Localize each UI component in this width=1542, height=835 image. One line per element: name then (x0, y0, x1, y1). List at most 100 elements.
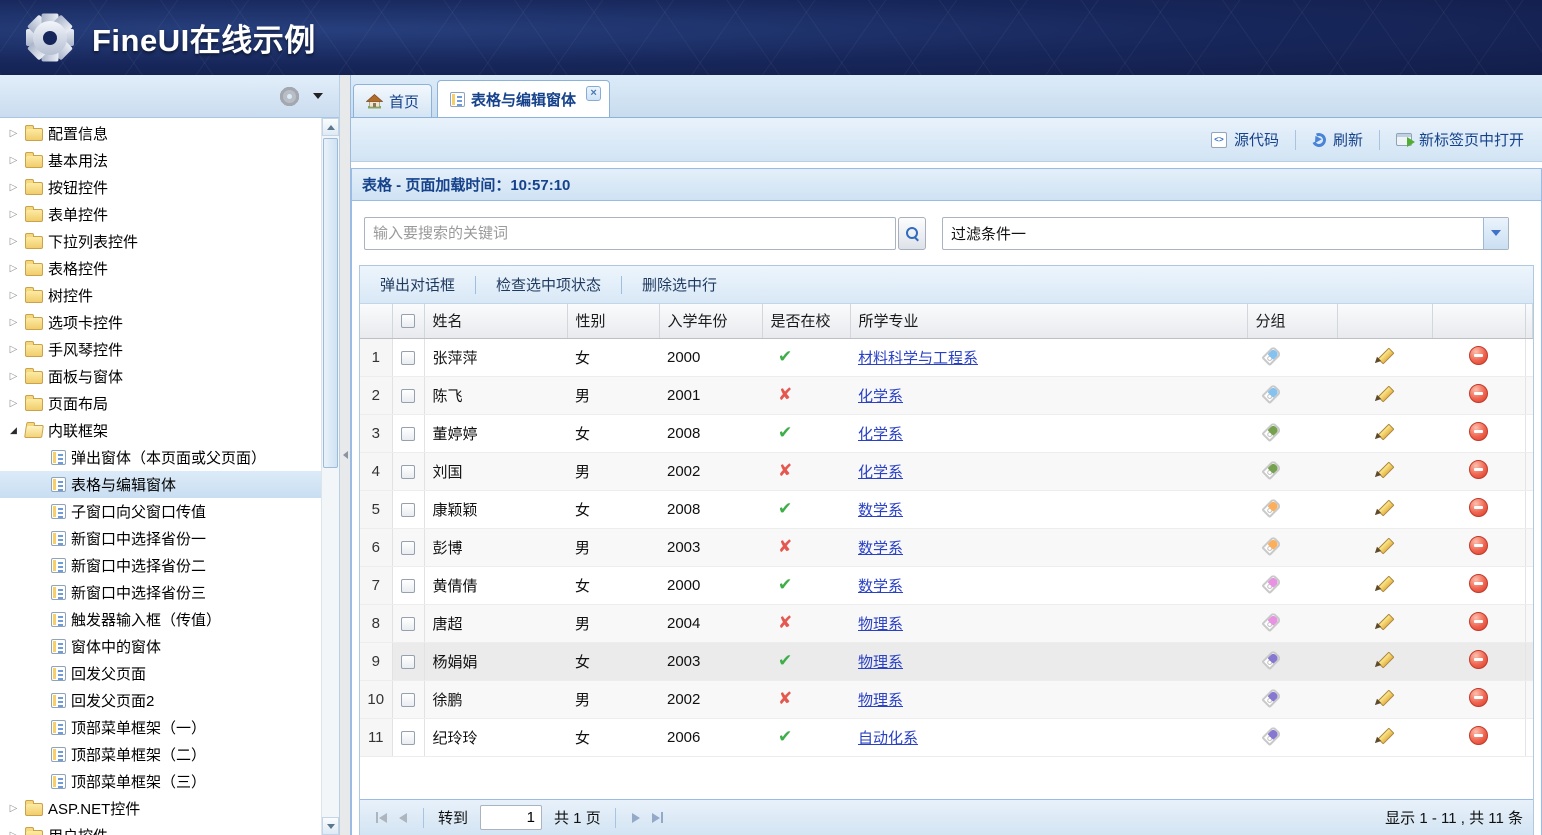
major-link[interactable]: 数学系 (858, 578, 903, 595)
filter-dropdown[interactable]: 过滤条件一 (942, 217, 1509, 250)
column-header-name[interactable]: 姓名 (424, 304, 567, 338)
column-header-at-school[interactable]: 是否在校 (762, 304, 850, 338)
refresh-button[interactable]: 刷新 (1308, 125, 1367, 154)
row-checkbox[interactable] (401, 579, 415, 593)
delete-selected-button[interactable]: 删除选中行 (622, 266, 737, 303)
table-row[interactable]: 9杨娟娟女2003✔物理系 (360, 642, 1533, 680)
row-checkbox[interactable] (401, 503, 415, 517)
table-row[interactable]: 6彭博男2003✘数学系 (360, 528, 1533, 566)
last-page-button[interactable] (650, 810, 665, 825)
tree-folder-expanded[interactable]: ◢内联框架 (0, 417, 321, 444)
tree-leaf[interactable]: 子窗口向父窗口传值 (0, 498, 321, 525)
table-row[interactable]: 5康颖颖女2008✔数学系 (360, 490, 1533, 528)
delete-icon[interactable] (1469, 612, 1488, 631)
close-icon[interactable]: × (586, 86, 601, 101)
major-link[interactable]: 化学系 (858, 464, 903, 481)
dropdown-trigger[interactable] (1483, 218, 1508, 249)
tree-folder[interactable]: ▷表单控件 (0, 201, 321, 228)
expander-icon[interactable]: ▷ (7, 344, 20, 355)
major-link[interactable]: 化学系 (858, 388, 903, 405)
sidebar-scrollbar[interactable] (321, 118, 339, 835)
edit-icon[interactable] (1375, 383, 1395, 403)
edit-icon[interactable] (1375, 421, 1395, 441)
edit-icon[interactable] (1375, 611, 1395, 631)
expander-icon[interactable]: ▷ (7, 371, 20, 382)
major-link[interactable]: 物理系 (858, 692, 903, 709)
row-checkbox[interactable] (401, 465, 415, 479)
column-header-edit[interactable] (1337, 304, 1432, 338)
expander-icon[interactable]: ▷ (7, 290, 20, 301)
expander-icon[interactable]: ▷ (7, 317, 20, 328)
tree-leaf[interactable]: 顶部菜单框架（一） (0, 714, 321, 741)
tree-leaf[interactable]: 顶部菜单框架（三） (0, 768, 321, 795)
row-checkbox[interactable] (401, 389, 415, 403)
tree-leaf[interactable]: 新窗口中选择省份三 (0, 579, 321, 606)
open-new-tab-button[interactable]: 新标签页中打开 (1392, 125, 1528, 154)
delete-icon[interactable] (1469, 536, 1488, 555)
tree-folder[interactable]: ▷配置信息 (0, 120, 321, 147)
row-checkbox[interactable] (401, 541, 415, 555)
table-row[interactable]: 8唐超男2004✘物理系 (360, 604, 1533, 642)
table-row[interactable]: 7黄倩倩女2000✔数学系 (360, 566, 1533, 604)
tab-grid-edit-window[interactable]: 表格与编辑窗体 × (437, 80, 610, 118)
delete-icon[interactable] (1469, 574, 1488, 593)
collapse-expander-icon[interactable]: ◢ (7, 425, 20, 436)
source-code-button[interactable]: <> 源代码 (1207, 125, 1283, 154)
tree-leaf[interactable]: 回发父页面 (0, 660, 321, 687)
edit-icon[interactable] (1375, 687, 1395, 707)
tree-leaf[interactable]: 新窗口中选择省份二 (0, 552, 321, 579)
tree-folder[interactable]: ▷选项卡控件 (0, 309, 321, 336)
tree-folder[interactable]: ▷ASP.NET控件 (0, 795, 321, 822)
tree-folder[interactable]: ▷面板与窗体 (0, 363, 321, 390)
column-header-gender[interactable]: 性别 (567, 304, 659, 338)
expander-icon[interactable]: ▷ (7, 263, 20, 274)
tree-leaf[interactable]: 弹出窗体（本页面或父页面） (0, 444, 321, 471)
table-row[interactable]: 2陈飞男2001✘化学系 (360, 376, 1533, 414)
expander-icon[interactable]: ▷ (7, 236, 20, 247)
expander-icon[interactable]: ▷ (7, 209, 20, 220)
expander-icon[interactable]: ▷ (7, 803, 20, 814)
edit-icon[interactable] (1375, 649, 1395, 669)
delete-icon[interactable] (1469, 498, 1488, 517)
major-link[interactable]: 自动化系 (858, 730, 918, 747)
popup-dialog-button[interactable]: 弹出对话框 (360, 266, 475, 303)
edit-icon[interactable] (1375, 459, 1395, 479)
search-button[interactable] (898, 217, 926, 250)
expander-icon[interactable]: ▷ (7, 398, 20, 409)
settings-gear-icon[interactable] (279, 86, 299, 106)
tree-leaf[interactable]: 回发父页面2 (0, 687, 321, 714)
prev-page-button[interactable] (397, 811, 409, 825)
tree-folder[interactable]: ▷树控件 (0, 282, 321, 309)
splitter[interactable] (340, 75, 350, 835)
row-checkbox[interactable] (401, 655, 415, 669)
major-link[interactable]: 物理系 (858, 654, 903, 671)
row-checkbox[interactable] (401, 693, 415, 707)
tree-leaf[interactable]: 顶部菜单框架（二） (0, 741, 321, 768)
tree-folder[interactable]: ▷表格控件 (0, 255, 321, 282)
major-link[interactable]: 物理系 (858, 616, 903, 633)
expander-icon[interactable]: ▷ (7, 155, 20, 166)
scrollbar-thumb[interactable] (323, 138, 338, 468)
collapse-arrow-icon[interactable] (343, 451, 348, 459)
delete-icon[interactable] (1469, 346, 1488, 365)
tree-folder[interactable]: ▷用户控件 (0, 822, 321, 835)
select-all-header[interactable] (392, 304, 424, 338)
row-checkbox[interactable] (401, 427, 415, 441)
edit-icon[interactable] (1375, 725, 1395, 745)
tree-folder[interactable]: ▷手风琴控件 (0, 336, 321, 363)
tree-folder[interactable]: ▷下拉列表控件 (0, 228, 321, 255)
select-all-checkbox[interactable] (401, 314, 415, 328)
edit-icon[interactable] (1375, 345, 1395, 365)
tree-folder[interactable]: ▷基本用法 (0, 147, 321, 174)
table-row[interactable]: 11纪玲玲女2006✔自动化系 (360, 718, 1533, 756)
table-row[interactable]: 3董婷婷女2008✔化学系 (360, 414, 1533, 452)
caret-down-icon[interactable] (313, 93, 323, 99)
column-header-group[interactable]: 分组 (1247, 304, 1337, 338)
delete-icon[interactable] (1469, 384, 1488, 403)
row-checkbox[interactable] (401, 617, 415, 631)
delete-icon[interactable] (1469, 460, 1488, 479)
tree-leaf[interactable]: 窗体中的窗体 (0, 633, 321, 660)
major-link[interactable]: 化学系 (858, 426, 903, 443)
edit-icon[interactable] (1375, 535, 1395, 555)
next-page-button[interactable] (630, 811, 642, 825)
